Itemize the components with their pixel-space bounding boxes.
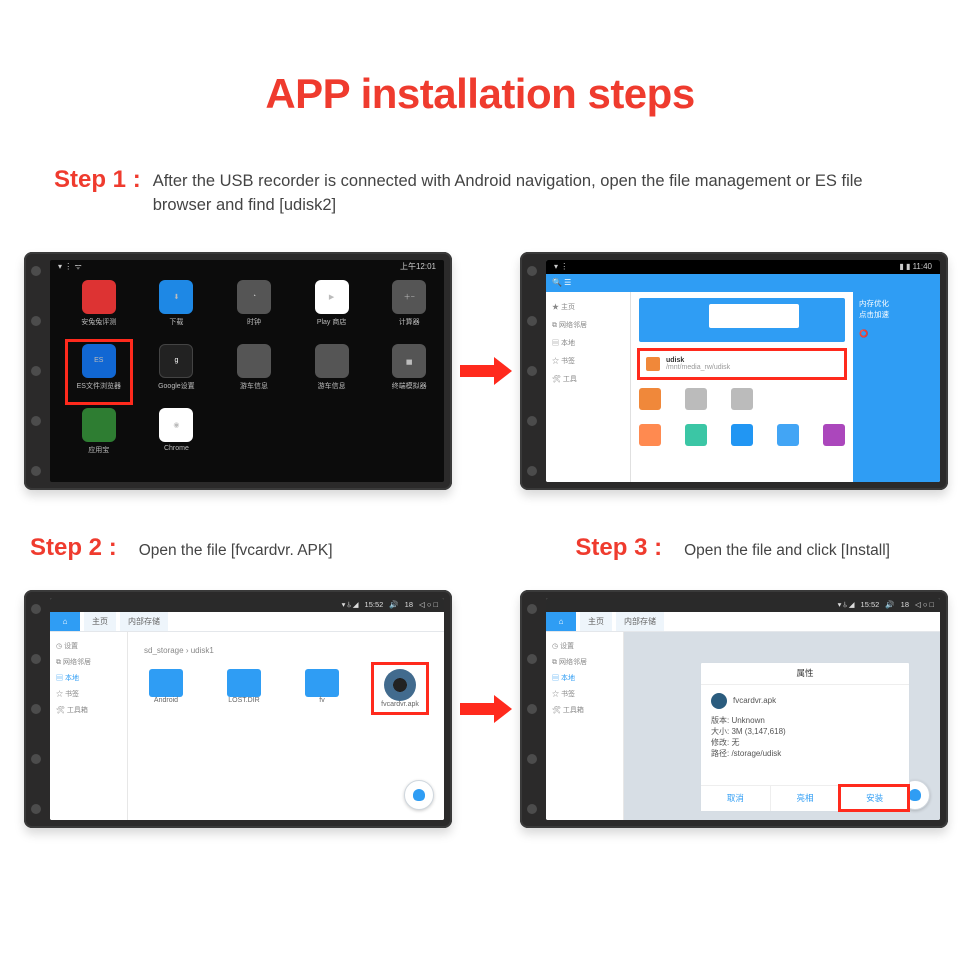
type-row[interactable] — [639, 424, 845, 446]
apk-icon — [711, 693, 727, 709]
udisk-row[interactable]: udisk/mnt/media_rw/udisk — [639, 350, 845, 378]
dialog-line: 大小: 3M (3,147,618) — [711, 726, 899, 737]
es-home-icon[interactable]: ⌂ — [546, 612, 576, 631]
dialog-line: 路径: /storage/udisk — [711, 748, 899, 759]
es-home-icon[interactable]: ⌂ — [50, 612, 80, 631]
app-car-info-2[interactable]: 游车信息 — [303, 344, 361, 400]
page-title: APP installation steps — [0, 70, 960, 118]
sidebar-item[interactable]: 🛠 工具 — [550, 370, 626, 388]
status-bar: ▾ ⋮▮ ▮ 11:40 — [546, 260, 940, 274]
app-yingyongbao[interactable]: 应用宝 — [70, 408, 128, 464]
app-clock[interactable]: ◔时钟 — [225, 280, 283, 336]
sidebar-item[interactable]: ⧉ 网络邻居 — [54, 654, 123, 670]
home-grid: 安兔兔评测 ⬇下载 ◔时钟 ▶Play 商店 ＋−计算器 ESES文件浏览器 g… — [50, 274, 444, 464]
tablet-home-screen: ▾ ⋮ ᯤ 上午12:01 安兔兔评测 ⬇下载 ◔时钟 ▶Play 商店 ＋−计… — [24, 252, 452, 490]
install-button[interactable]: 安装 — [839, 785, 909, 811]
step3-label: Step 3 : — [575, 534, 662, 562]
app-downloads[interactable]: ⬇下载 — [148, 280, 206, 336]
app-chrome[interactable]: ◉Chrome — [148, 408, 206, 464]
app-terminal[interactable]: ▅终端模拟器 — [380, 344, 438, 400]
dialog-footer: 取消 亮相 安装 — [701, 785, 909, 811]
dialog-line: 修改: 无 — [711, 737, 899, 748]
tablet-bezel-buttons — [527, 266, 537, 476]
arrow-right-icon — [460, 695, 512, 723]
app-antutu[interactable]: 安兔兔评测 — [70, 280, 128, 336]
status-time: 上午12:01 — [400, 262, 436, 271]
install-dialog-screen: ▾ ⫰ ◢15:52🔊18◁ ○ □ ⌂ 主页 内部存储 ◷ 设置 ⧉ 网络邻居… — [546, 598, 940, 820]
sidebar-item[interactable]: ◷ 设置 — [54, 638, 123, 654]
dialog-title: 属性 — [701, 663, 909, 685]
es-main-dimmed: 属性 fvcardvr.apk 版本: Unknown 大小: 3M (3,14… — [624, 632, 940, 820]
tab-internal[interactable]: 内部存储 — [616, 612, 664, 631]
sidebar-item[interactable]: 🛠 工具箱 — [54, 702, 123, 718]
tablet-open-apk: ▾ ⫰ ◢ 15:52 🔊18 ◁ ○ □ ⌂ 主页 内部存储 ◷ 设置 ⧉ 网… — [24, 590, 452, 828]
tablet-bezel-buttons — [31, 266, 41, 476]
tablet-bezel-buttons — [527, 604, 537, 814]
step1-row: Step 1 : After the USB recorder is conne… — [0, 166, 960, 218]
sidebar-item[interactable]: ⧉ 网络邻居 — [550, 316, 626, 334]
usb-icon — [646, 357, 660, 371]
dialog-line: 版本: Unknown — [711, 715, 899, 726]
storage-banner — [639, 298, 845, 342]
folder-lostdir[interactable]: LOST.DIR — [222, 669, 266, 708]
step3-row: Step 3 : Open the file and click [Instal… — [575, 534, 890, 562]
middle-button[interactable]: 亮相 — [770, 785, 840, 811]
dialog-body: fvcardvr.apk 版本: Unknown 大小: 3M (3,147,6… — [701, 685, 909, 765]
es-tabs[interactable]: ⌂ 主页 内部存储 — [546, 612, 940, 632]
sidebar-item[interactable]: ▤ 本地 — [54, 670, 123, 686]
step1-label: Step 1 : — [54, 166, 141, 194]
status-bar: ▾ ⫰ ◢15:52🔊18◁ ○ □ — [546, 598, 940, 612]
es-file-list: sd_storage › udisk1 Android LOST.DIR fv … — [128, 632, 444, 820]
app-google-settings[interactable]: gGoogle设置 — [148, 344, 206, 400]
tablet-file-browser: ▾ ⋮▮ ▮ 11:40 🔍 ☰ ★ 主页 ⧉ 网络邻居 ▤ 本地 ☆ 书签 🛠… — [520, 252, 948, 490]
folder-android[interactable]: Android — [144, 669, 188, 708]
mic-icon — [413, 789, 425, 801]
status-bar: ▾ ⫰ ◢ 15:52 🔊18 ◁ ○ □ — [50, 598, 444, 612]
properties-dialog: 属性 fvcardvr.apk 版本: Unknown 大小: 3M (3,14… — [700, 662, 910, 812]
app-car-info-1[interactable]: 游车信息 — [225, 344, 283, 400]
step3-text: Open the file and click [Install] — [684, 542, 890, 560]
mic-icon — [909, 789, 921, 801]
step2-row: Step 2 : Open the file [fvcardvr. APK] — [30, 534, 333, 562]
android-home-screen: ▾ ⋮ ᯤ 上午12:01 安兔兔评测 ⬇下载 ◔时钟 ▶Play 商店 ＋−计… — [50, 260, 444, 482]
es-main: udisk/mnt/media_rw/udisk — [631, 292, 853, 482]
tab-home[interactable]: 主页 — [580, 612, 612, 631]
wifi-icon: ▾ ⋮ ᯤ — [58, 261, 82, 272]
sidebar-item[interactable]: ★ 主页 — [550, 298, 626, 316]
step1-text: After the USB recorder is connected with… — [153, 166, 906, 218]
app-es-file-explorer[interactable]: ESES文件浏览器 — [70, 344, 128, 400]
steps-2-3-labels: Step 2 : Open the file [fvcardvr. APK] S… — [0, 534, 960, 562]
es-sidebar[interactable]: ★ 主页 ⧉ 网络邻居 ▤ 本地 ☆ 书签 🛠 工具 — [546, 292, 631, 482]
sidebar-item[interactable]: ☆ 书签 — [550, 352, 626, 370]
es-file-list-screen: ▾ ⫰ ◢ 15:52 🔊18 ◁ ○ □ ⌂ 主页 内部存储 ◷ 设置 ⧉ 网… — [50, 598, 444, 820]
sidebar-item[interactable]: ▤ 本地 — [550, 334, 626, 352]
voice-button[interactable] — [404, 780, 434, 810]
folder-fv[interactable]: fv — [300, 669, 344, 708]
file-fvcardvr-apk[interactable]: fvcardvr.apk — [378, 669, 422, 708]
sidebar-item[interactable]: ☆ 书签 — [54, 686, 123, 702]
tablet-bezel-buttons — [31, 604, 41, 814]
category-row[interactable] — [639, 388, 845, 410]
es-file-browser-screen: ▾ ⋮▮ ▮ 11:40 🔍 ☰ ★ 主页 ⧉ 网络邻居 ▤ 本地 ☆ 书签 🛠… — [546, 260, 940, 482]
arrow-right-icon — [460, 357, 512, 385]
step2-label: Step 2 : — [30, 534, 117, 562]
es-sidebar[interactable]: ◷ 设置 ⧉ 网络邻居 ▤ 本地 ☆ 书签 🛠 工具箱 — [50, 632, 128, 820]
tab-home[interactable]: 主页 — [84, 612, 116, 631]
es-tabs[interactable]: ⌂ 主页 内部存储 — [50, 612, 444, 632]
app-play-store[interactable]: ▶Play 商店 — [303, 280, 361, 336]
tablet-install-dialog: ▾ ⫰ ◢15:52🔊18◁ ○ □ ⌂ 主页 内部存储 ◷ 设置 ⧉ 网络邻居… — [520, 590, 948, 828]
panels-row-2: ▾ ⫰ ◢ 15:52 🔊18 ◁ ○ □ ⌂ 主页 内部存储 ◷ 设置 ⧉ 网… — [0, 590, 960, 828]
breadcrumb[interactable]: sd_storage › udisk1 — [144, 646, 428, 655]
tab-internal[interactable]: 内部存储 — [120, 612, 168, 631]
step2-text: Open the file [fvcardvr. APK] — [139, 542, 333, 560]
panels-row-1: ▾ ⋮ ᯤ 上午12:01 安兔兔评测 ⬇下载 ◔时钟 ▶Play 商店 ＋−计… — [0, 252, 960, 490]
status-bar: ▾ ⋮ ᯤ 上午12:01 — [50, 260, 444, 274]
es-sidebar[interactable]: ◷ 设置 ⧉ 网络邻居 ▤ 本地 ☆ 书签 🛠 工具箱 — [546, 632, 624, 820]
dialog-app-name: fvcardvr.apk — [733, 696, 776, 705]
cancel-button[interactable]: 取消 — [701, 785, 770, 811]
app-calculator[interactable]: ＋−计算器 — [380, 280, 438, 336]
es-right-panel: 内存优化点击加速⭕ — [853, 292, 940, 482]
es-toolbar: 🔍 ☰ — [546, 274, 940, 292]
